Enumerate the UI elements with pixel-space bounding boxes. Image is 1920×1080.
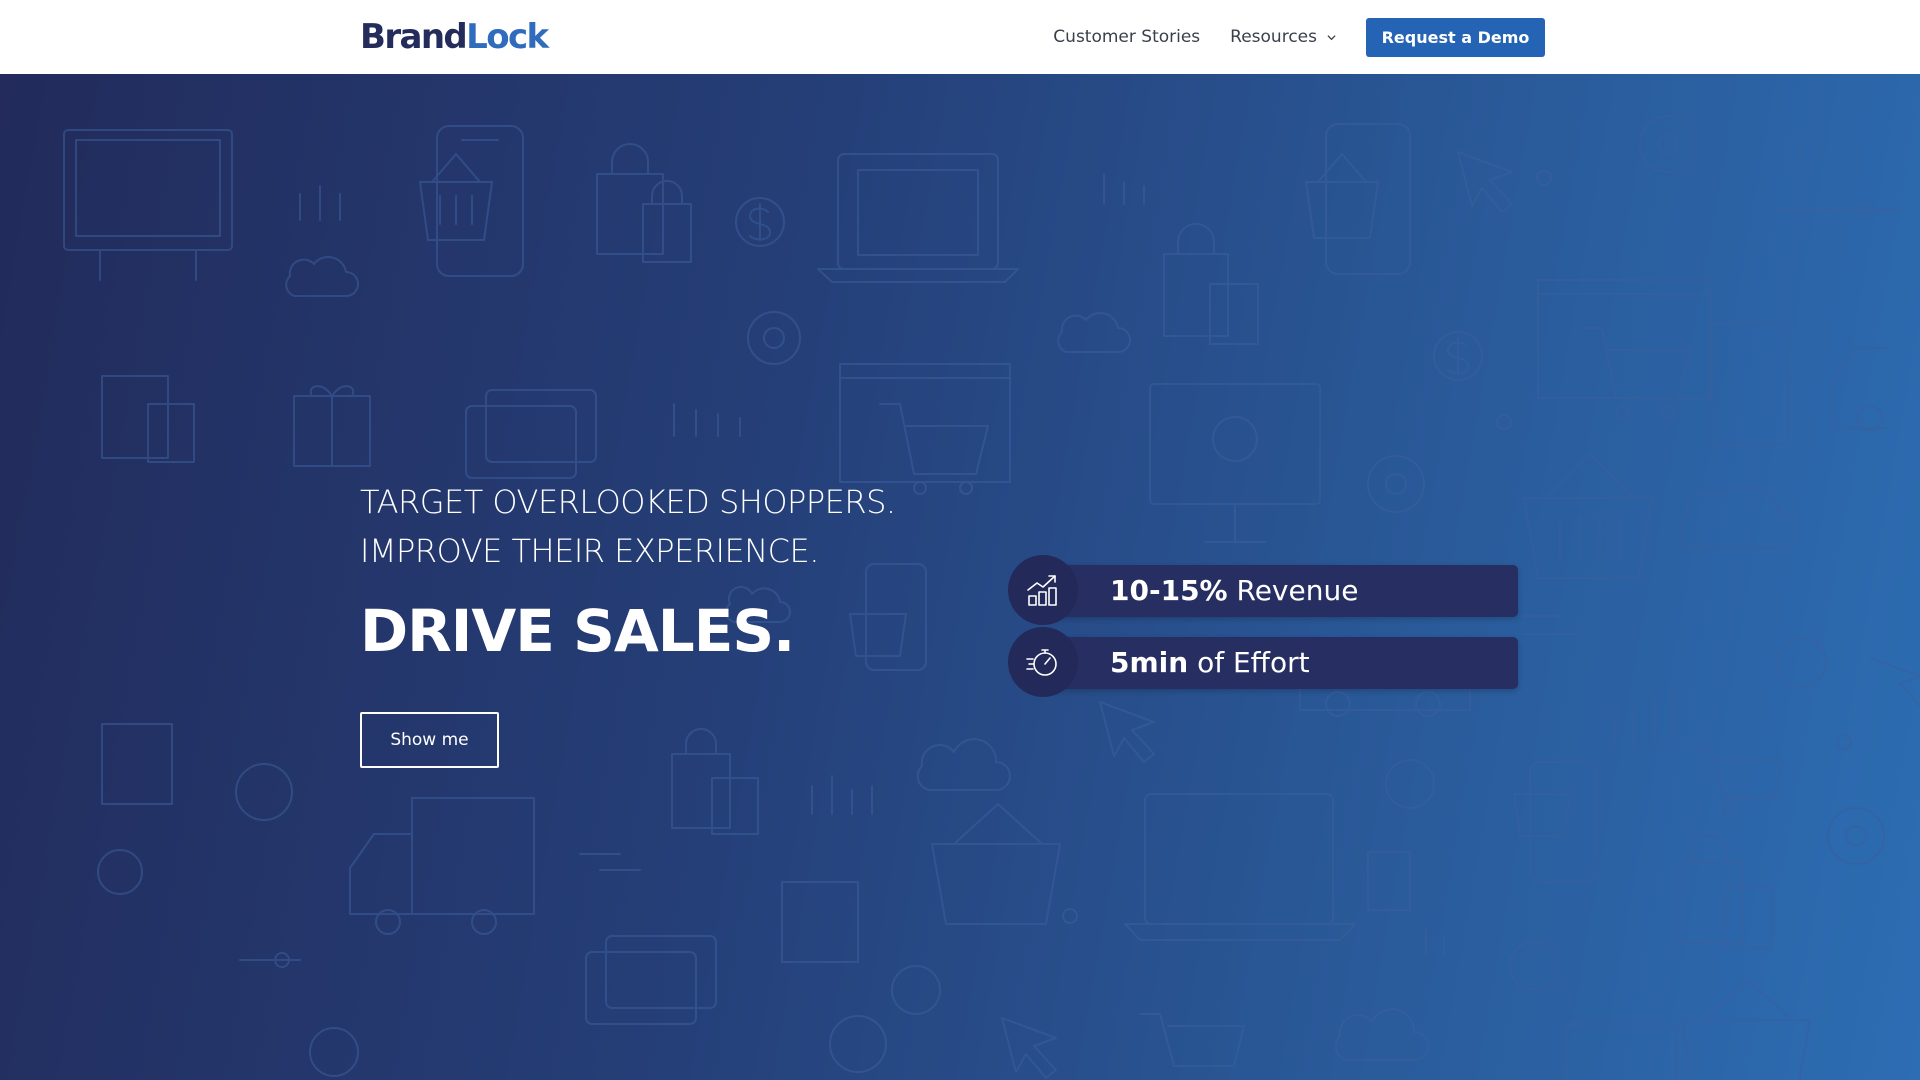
shopping-bag-icon: [671, 728, 759, 835]
shopping-cart-icon: [1581, 327, 1691, 419]
site-header: BrandLock Customer Stories Resources Req…: [0, 0, 1920, 74]
revenue-growth-icon: [1008, 555, 1078, 625]
basket-icon: [1305, 153, 1379, 239]
logo-text-lock: Lock: [466, 17, 549, 57]
stat-effort-text: 5min of Effort: [1110, 637, 1310, 689]
nav-customer-stories[interactable]: Customer Stories: [1053, 27, 1200, 47]
shopping-cart-icon: [1689, 745, 1785, 816]
laptop-icon: [817, 153, 1019, 283]
shopping-bag-icon: [101, 375, 195, 463]
nav-resources[interactable]: Resources: [1230, 27, 1336, 47]
stat-effort-value: 5min: [1110, 646, 1189, 679]
show-me-button[interactable]: Show me: [360, 712, 499, 768]
hero-copy: TARGET OVERLOOKED SHOPPERS. IMPROVE THEI…: [360, 478, 896, 666]
stat-revenue: 10-15% Revenue: [1008, 555, 1518, 625]
basket-icon: [1523, 453, 1653, 579]
shopping-bag-icon: [1679, 835, 1773, 949]
shopping-cart-icon: [879, 403, 989, 495]
monitor-icon: [1149, 383, 1321, 543]
hero-line-1: TARGET OVERLOOKED SHOPPERS.: [360, 483, 896, 521]
hero-headline: DRIVE SALES.: [360, 597, 795, 665]
stat-revenue-label: Revenue: [1227, 574, 1359, 607]
request-demo-button[interactable]: Request a Demo: [1366, 17, 1545, 57]
stat-effort: 5min of Effort: [1008, 627, 1518, 697]
laptop-icon: [1124, 793, 1356, 941]
main-nav: Customer Stories Resources Request a Dem…: [1053, 0, 1545, 74]
background-doodles: [63, 115, 1920, 1080]
shopping-bag-icon: [596, 143, 692, 263]
shopping-bag-icon: [1163, 223, 1259, 345]
stat-effort-label: of Effort: [1188, 646, 1310, 679]
laptop-icon: [63, 129, 233, 281]
brandlock-logo[interactable]: BrandLock: [360, 16, 549, 58]
dollar-icon: [1433, 331, 1483, 381]
hero-line-2: IMPROVE THEIR EXPERIENCE.: [360, 532, 819, 570]
shopping-cart-icon: [1139, 1013, 1245, 1067]
dollar-icon: [735, 197, 785, 247]
stat-revenue-value: 10-15%: [1110, 574, 1228, 607]
hero-section: TARGET OVERLOOKED SHOPPERS. IMPROVE THEI…: [0, 74, 1920, 1080]
nav-resources-label: Resources: [1230, 27, 1317, 47]
basket-icon: [419, 153, 493, 241]
stopwatch-icon: [1008, 627, 1078, 697]
stat-revenue-text: 10-15% Revenue: [1110, 565, 1358, 617]
basket-icon: [931, 803, 1061, 925]
chevron-down-icon: [1327, 34, 1336, 40]
logo-text-brand: Brand: [360, 17, 468, 57]
basket-icon: [1681, 979, 1811, 1080]
